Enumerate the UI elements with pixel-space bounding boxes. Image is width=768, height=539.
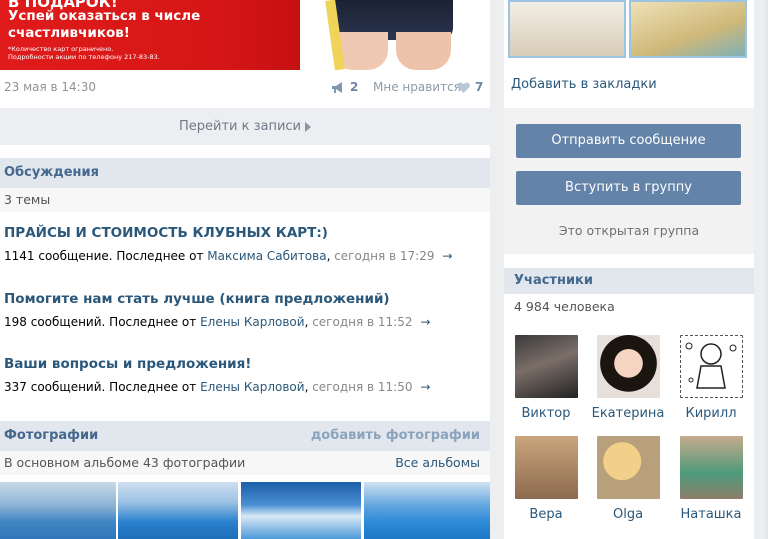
banner-text-line: Успей оказаться в числе	[8, 8, 201, 24]
topic-message-count: 1141 сообщение.	[4, 249, 113, 263]
members-count: 4 984 человека	[514, 299, 615, 314]
discussions-header[interactable]: Обсуждения	[0, 158, 490, 188]
banner-text-line: счастливчиков!	[8, 25, 130, 41]
banner-leg-shape	[396, 32, 451, 70]
member-card[interactable]: Кирилл	[671, 335, 751, 421]
topic-title-link[interactable]: Помогите нам стать лучше (книга предложе…	[4, 291, 484, 307]
send-message-button[interactable]: Отправить сообщение	[516, 124, 741, 158]
topic-message-count: 198 сообщений.	[4, 315, 106, 329]
avatar[interactable]	[514, 436, 578, 499]
sidebar-photo[interactable]	[508, 0, 626, 58]
photo-thumbnail[interactable]	[364, 482, 490, 539]
member-name[interactable]: Екатерина	[588, 406, 668, 421]
photos-header: Фотографии добавить фотографии	[0, 421, 490, 451]
topic-title-link[interactable]: ПРАЙСЫ И СТОИМОСТЬ КЛУБНЫХ КАРТ:)	[4, 225, 484, 241]
member-card[interactable]: Виктор	[506, 335, 586, 421]
photo-thumbnail[interactable]	[241, 482, 361, 539]
post-meta: 23 мая в 14:30 2 Мне нравится 7	[0, 78, 490, 98]
member-name[interactable]: Наташка	[671, 507, 751, 522]
post-date[interactable]: 23 мая в 14:30	[4, 80, 96, 94]
topic-time[interactable]: сегодня в 11:50	[312, 380, 412, 394]
arrow-right-icon	[305, 121, 312, 132]
topic-time[interactable]: сегодня в 11:52	[312, 315, 412, 329]
discussion-topic: Ваши вопросы и предложения! 337 сообщени…	[4, 356, 484, 394]
join-group-button[interactable]: Вступить в группу	[516, 171, 741, 205]
topic-info: 337 сообщений. Последнее от Елены Карлов…	[4, 380, 431, 394]
discussion-topic: ПРАЙСЫ И СТОИМОСТЬ КЛУБНЫХ КАРТ:) 1141 с…	[4, 225, 484, 263]
heart-icon[interactable]	[457, 82, 470, 93]
avatar[interactable]	[596, 335, 660, 398]
member-name[interactable]: Кирилл	[671, 406, 751, 421]
members-header[interactable]: Участники	[504, 268, 754, 294]
like-label[interactable]: Мне нравится	[373, 80, 461, 94]
avatar[interactable]	[514, 335, 578, 398]
member-name[interactable]: Виктор	[506, 406, 586, 421]
sidebar: Добавить в закладки Отправить сообщение …	[504, 0, 754, 539]
member-name[interactable]: Вера	[506, 507, 586, 522]
discussions-count: 3 темы	[4, 192, 51, 207]
sidebar-photo[interactable]	[629, 0, 747, 58]
post-banner-image[interactable]: В ПОДАРОК! Успей оказаться в числе счаст…	[0, 0, 490, 70]
share-count[interactable]: 2	[350, 80, 358, 94]
group-actions: Отправить сообщение Вступить в группу Эт…	[504, 108, 754, 254]
discussion-topic: Помогите нам стать лучше (книга предложе…	[4, 291, 484, 329]
megaphone-icon[interactable]	[331, 82, 345, 93]
topic-title-link[interactable]: Ваши вопросы и предложения!	[4, 356, 484, 372]
member-name[interactable]: Olga	[588, 507, 668, 522]
member-card[interactable]: Вера	[506, 436, 586, 522]
cartoon-drawing-icon	[685, 342, 736, 389]
banner-photo	[300, 0, 490, 70]
topic-info: 1141 сообщение. Последнее от Максима Саб…	[4, 249, 453, 263]
main-column: В ПОДАРОК! Успей оказаться в числе счаст…	[0, 0, 490, 539]
goto-post-label: Перейти к записи	[178, 119, 302, 134]
goto-post-button[interactable]: Перейти к записи	[0, 108, 490, 145]
members-title[interactable]: Участники	[514, 273, 593, 288]
banner-fineprint: Подробности акции по телефону 217-83-83.	[8, 53, 160, 61]
avatar[interactable]	[679, 335, 743, 398]
add-bookmark-link[interactable]: Добавить в закладки	[511, 77, 657, 92]
member-card[interactable]: Olga	[588, 436, 668, 522]
member-card[interactable]: Наташка	[671, 436, 751, 522]
topic-last-prefix: Последнее от	[109, 380, 197, 394]
photo-thumbnail[interactable]	[0, 482, 116, 539]
topic-author-link[interactable]: Максима Сабитова	[207, 249, 326, 263]
group-type-label: Это открытая группа	[558, 223, 700, 238]
add-photos-link[interactable]: добавить фотографии	[311, 428, 480, 443]
banner-fineprint: *Количество карт ограничено.	[8, 45, 114, 53]
avatar[interactable]	[679, 436, 743, 499]
photo-thumbnail[interactable]	[118, 482, 238, 539]
topic-author-link[interactable]: Елены Карловой	[200, 315, 304, 329]
member-card[interactable]: Екатерина	[588, 335, 668, 421]
topic-message-count: 337 сообщений.	[4, 380, 106, 394]
arrow-right-icon[interactable]: →	[442, 249, 452, 263]
topic-info: 198 сообщений. Последнее от Елены Карлов…	[4, 315, 431, 329]
topic-last-prefix: Последнее от	[109, 315, 197, 329]
topic-last-prefix: Последнее от	[116, 249, 204, 263]
avatar[interactable]	[596, 436, 660, 499]
like-count[interactable]: 7	[475, 80, 483, 94]
album-info: В основном альбоме 43 фотографии	[4, 455, 246, 470]
photos-title[interactable]: Фотографии	[4, 428, 98, 443]
banner-promo-area: В ПОДАРОК! Успей оказаться в числе счаст…	[0, 0, 307, 70]
topic-time[interactable]: сегодня в 17:29	[334, 249, 434, 263]
arrow-right-icon[interactable]: →	[420, 380, 430, 394]
topic-author-link[interactable]: Елены Карловой	[200, 380, 304, 394]
photos-album-bar: В основном альбоме 43 фотографии Все аль…	[0, 451, 490, 475]
all-albums-link[interactable]: Все альбомы	[395, 455, 480, 470]
discussions-title[interactable]: Обсуждения	[4, 165, 99, 180]
arrow-right-icon[interactable]: →	[420, 315, 430, 329]
discussions-count-bar: 3 темы	[0, 188, 490, 212]
